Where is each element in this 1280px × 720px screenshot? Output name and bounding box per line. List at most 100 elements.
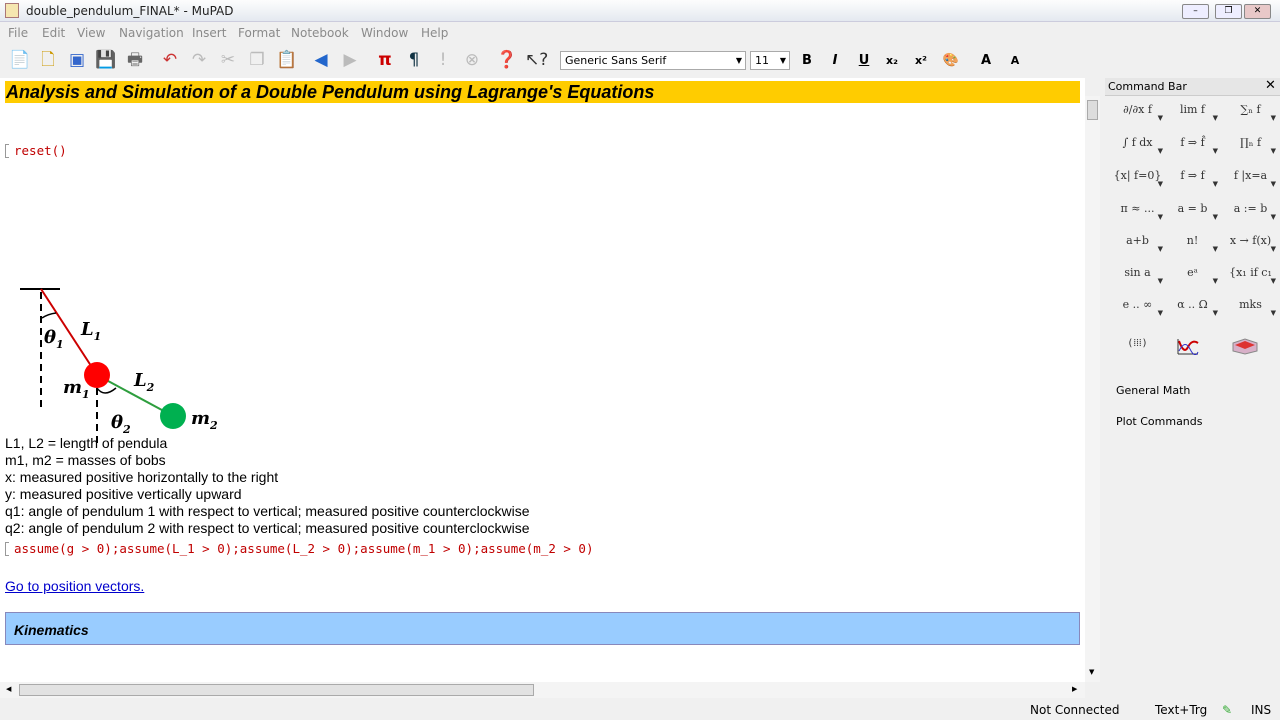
menu-view[interactable]: View xyxy=(77,26,105,40)
command-bar-item[interactable]: mks ▼ xyxy=(1223,298,1278,317)
vertical-scrollbar[interactable]: ▼ xyxy=(1085,96,1100,682)
command-bar-item[interactable]: f ⇒ f̂ ▼ xyxy=(1165,136,1220,155)
paste-icon[interactable]: 📋 xyxy=(276,49,298,71)
command-bar-item[interactable]: x → f(x) ▼ xyxy=(1223,234,1278,253)
close-icon[interactable]: ✕ xyxy=(1265,78,1276,93)
command-bar-item[interactable]: a := b ▼ xyxy=(1223,202,1278,221)
general-math-menu[interactable]: General Math xyxy=(1116,384,1190,397)
command-bar-item[interactable]: ∑ₙ f ▼ xyxy=(1223,103,1278,122)
redo-icon[interactable]: ↷ xyxy=(188,49,210,71)
document-title: Analysis and Simulation of a Double Pend… xyxy=(5,81,1080,103)
input-reset[interactable]: reset() xyxy=(14,143,67,158)
command-bar-item[interactable]: ∫ f dx ▼ xyxy=(1110,136,1165,155)
chevron-down-icon: ▼ xyxy=(1270,213,1276,221)
command-bar-item[interactable]: a+b ▼ xyxy=(1110,234,1165,253)
vertical-scroll-thumb[interactable] xyxy=(1087,100,1098,120)
command-bar-item[interactable]: ∏ₙ f ▼ xyxy=(1223,136,1278,155)
command-bar-item-label: mks xyxy=(1239,298,1262,311)
horizontal-scrollbar[interactable]: ◀ ▶ xyxy=(0,682,1085,698)
command-bar-item[interactable]: {x| f=0} ▼ xyxy=(1110,169,1165,188)
scroll-down-icon[interactable]: ▼ xyxy=(1089,668,1094,676)
bold-button[interactable]: B xyxy=(797,51,817,70)
cut-icon[interactable]: ✂ xyxy=(217,49,239,71)
command-bar-item[interactable]: eᵃ ▼ xyxy=(1165,266,1220,285)
command-bar-item-label: a = b xyxy=(1177,202,1208,215)
help-icon[interactable]: ❓ xyxy=(496,49,518,71)
matrix-icon[interactable]: (⁞⁞⁞) xyxy=(1110,338,1165,349)
font-family-select[interactable]: Generic Sans Serif ▼ xyxy=(560,51,746,70)
new-document-icon[interactable]: 🗋 xyxy=(37,49,59,71)
menu-format[interactable]: Format xyxy=(238,26,280,40)
chevron-down-icon: ▼ xyxy=(735,56,742,65)
input-assume[interactable]: assume(g > 0);assume(L_1 > 0);assume(L_2… xyxy=(14,541,593,556)
save-icon[interactable]: 💾 xyxy=(95,49,117,71)
context-help-icon[interactable]: ↖? xyxy=(525,49,548,71)
menu-edit[interactable]: Edit xyxy=(42,26,65,40)
command-bar-item[interactable]: f |x=a ▼ xyxy=(1223,169,1278,188)
plot-2d-icon[interactable] xyxy=(1176,337,1200,355)
print-icon[interactable]: 🖶 xyxy=(124,49,146,71)
forward-icon[interactable]: ▶ xyxy=(339,49,361,71)
command-bar-item[interactable]: π ≈ ... ▼ xyxy=(1110,202,1165,221)
maximize-button[interactable]: ❐ xyxy=(1215,4,1242,19)
plot-3d-icon[interactable] xyxy=(1231,337,1259,355)
menu-file[interactable]: File xyxy=(8,26,28,40)
horizontal-scroll-thumb[interactable] xyxy=(19,684,534,696)
command-bar-item-label: ∫ f dx xyxy=(1122,136,1153,149)
plot-commands-menu[interactable]: Plot Commands xyxy=(1116,415,1203,428)
evaluate-icon[interactable]: ! xyxy=(432,49,454,71)
insert-calculation-icon[interactable]: π xyxy=(374,49,396,71)
menu-insert[interactable]: Insert xyxy=(192,26,226,40)
stop-icon[interactable]: ⊗ xyxy=(461,49,483,71)
menu-notebook[interactable]: Notebook xyxy=(291,26,349,40)
scroll-right-icon[interactable]: ▶ xyxy=(1072,685,1077,693)
chevron-down-icon: ▼ xyxy=(779,56,786,65)
command-bar-item-label: f |x=a xyxy=(1233,169,1268,182)
copy-icon[interactable]: ❐ xyxy=(246,49,268,71)
command-bar-item[interactable]: α .. Ω ▼ xyxy=(1165,298,1220,317)
color-palette-icon[interactable]: 🎨 xyxy=(941,51,961,70)
grow-font-button[interactable]: A xyxy=(976,51,996,70)
font-size-select[interactable]: 11 ▼ xyxy=(750,51,790,70)
command-bar-item[interactable]: e .. ∞ ▼ xyxy=(1110,298,1165,317)
shrink-font-button[interactable]: A xyxy=(1005,51,1025,70)
minimize-button[interactable]: – xyxy=(1182,4,1209,19)
menu-help[interactable]: Help xyxy=(421,26,448,40)
italic-button[interactable]: I xyxy=(825,51,845,70)
command-bar-item-label: x → f(x) xyxy=(1229,234,1272,247)
chevron-down-icon: ▼ xyxy=(1212,114,1218,122)
command-bar-item-label: α .. Ω xyxy=(1177,298,1208,311)
angle-arc-2 xyxy=(96,387,117,394)
superscript-button[interactable]: x² xyxy=(911,51,931,70)
chevron-down-icon: ▼ xyxy=(1212,277,1218,285)
underline-button[interactable]: U xyxy=(854,51,874,70)
menu-navigation[interactable]: Navigation xyxy=(119,26,184,40)
new-notebook-icon[interactable]: 📄 xyxy=(9,49,31,71)
notebook-document[interactable]: Analysis and Simulation of a Double Pend… xyxy=(0,78,1085,682)
bob-1 xyxy=(84,362,110,388)
command-bar-item[interactable]: n! ▼ xyxy=(1165,234,1220,253)
command-bar-item[interactable]: f ⇒ f ▼ xyxy=(1165,169,1220,188)
window-title: double_pendulum_FINAL* - MuPAD xyxy=(26,4,234,18)
chevron-down-icon: ▼ xyxy=(1212,180,1218,188)
command-bar-item[interactable]: lim f ▼ xyxy=(1165,103,1220,122)
back-icon[interactable]: ◀ xyxy=(310,49,332,71)
command-bar-item[interactable]: ∂/∂x f ▼ xyxy=(1110,103,1165,122)
position-vectors-link[interactable]: Go to position vectors. xyxy=(5,578,144,594)
title-bar: double_pendulum_FINAL* - MuPAD – ❐ ✕ xyxy=(0,0,1280,22)
menu-bar: File Edit View Navigation Insert Format … xyxy=(0,22,1280,44)
open-icon[interactable]: ▣ xyxy=(66,49,88,71)
chevron-down-icon: ▼ xyxy=(1270,114,1276,122)
subscript-button[interactable]: x₂ xyxy=(882,51,902,70)
menu-window[interactable]: Window xyxy=(361,26,408,40)
undo-icon[interactable]: ↶ xyxy=(159,49,181,71)
command-bar-item-label: {x₁ if c₁ xyxy=(1229,266,1272,279)
section-heading-kinematics[interactable]: Kinematics xyxy=(5,612,1080,645)
command-bar-item[interactable]: sin a ▼ xyxy=(1110,266,1165,285)
chevron-down-icon: ▼ xyxy=(1270,277,1276,285)
insert-text-icon[interactable]: ¶ xyxy=(403,49,425,71)
command-bar-item[interactable]: {x₁ if c₁ ▼ xyxy=(1223,266,1278,285)
close-button[interactable]: ✕ xyxy=(1244,4,1271,19)
scroll-left-icon[interactable]: ◀ xyxy=(6,685,11,693)
command-bar-item[interactable]: a = b ▼ xyxy=(1165,202,1220,221)
